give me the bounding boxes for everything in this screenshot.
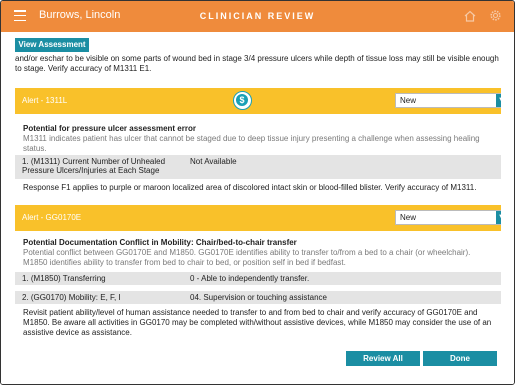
app-window: Burrows, Lincoln CLINICIAN REVIEW View A… [0,0,515,385]
alert-title: Alert - 1311L [22,96,68,105]
table-row: 2. (GG0170) Mobility: E, F, I 04. Superv… [15,291,501,304]
footer-bar: Review All Done [1,347,514,384]
alert-heading: Potential Documentation Conflict in Mobi… [23,238,297,247]
intro-text: and/or eschar to be visible on some part… [15,54,499,73]
alert-status-select[interactable]: New ▼ [395,93,501,108]
alert-card: Alert - 1311L $ New ▼ [15,88,501,114]
row-label: 1. (M1311) Current Number of Unhealed Pr… [22,157,166,175]
chevron-down-icon: ▼ [496,211,501,224]
patient-name: Burrows, Lincoln [39,9,121,21]
alert-description: Potential conflict between GG0170E and M… [23,248,471,267]
done-button[interactable]: Done [423,351,497,366]
row-label: 2. (GG0170) Mobility: E, F, I [22,293,121,302]
alert-header: Alert - GG0170E New ▼ [15,205,501,231]
alert-note: Revisit patient ability/level of human a… [23,308,492,337]
alerts-scroll-area[interactable]: and/or eschar to be visible on some part… [15,54,501,344]
view-assessment-button[interactable]: View Assessment [15,38,89,52]
alert-header: Alert - 1311L $ New ▼ [15,88,501,114]
gear-icon[interactable] [489,9,502,22]
alert-description: M1311 indicates patient has ulcer that c… [23,134,480,153]
menu-icon[interactable] [14,10,26,21]
home-icon[interactable] [464,10,476,22]
row-value: 0 - Able to independently transfer. [190,274,310,283]
alert-card: Alert - GG0170E New ▼ [15,205,501,231]
row-value: 04. Supervision or touching assistance [190,293,327,302]
table-row: 1. (M1311) Current Number of Unhealed Pr… [15,155,501,179]
table-row: 1. (M1850) Transferring 0 - Able to inde… [15,272,501,285]
dollar-icon: $ [233,91,252,110]
alert-heading: Potential for pressure ulcer assessment … [23,124,196,133]
alert-title: Alert - GG0170E [22,213,82,222]
review-all-button[interactable]: Review All [346,351,420,366]
alert-status-value: New [400,96,417,105]
row-label: 1. (M1850) Transferring [22,274,106,283]
header-bar: Burrows, Lincoln CLINICIAN REVIEW [1,1,514,32]
alert-status-value: New [400,213,417,222]
chevron-down-icon: ▼ [496,94,501,107]
alert-note: Response F1 applies to purple or maroon … [23,183,477,192]
row-value: Not Available [190,157,237,166]
alert-status-select[interactable]: New ▼ [395,210,501,225]
